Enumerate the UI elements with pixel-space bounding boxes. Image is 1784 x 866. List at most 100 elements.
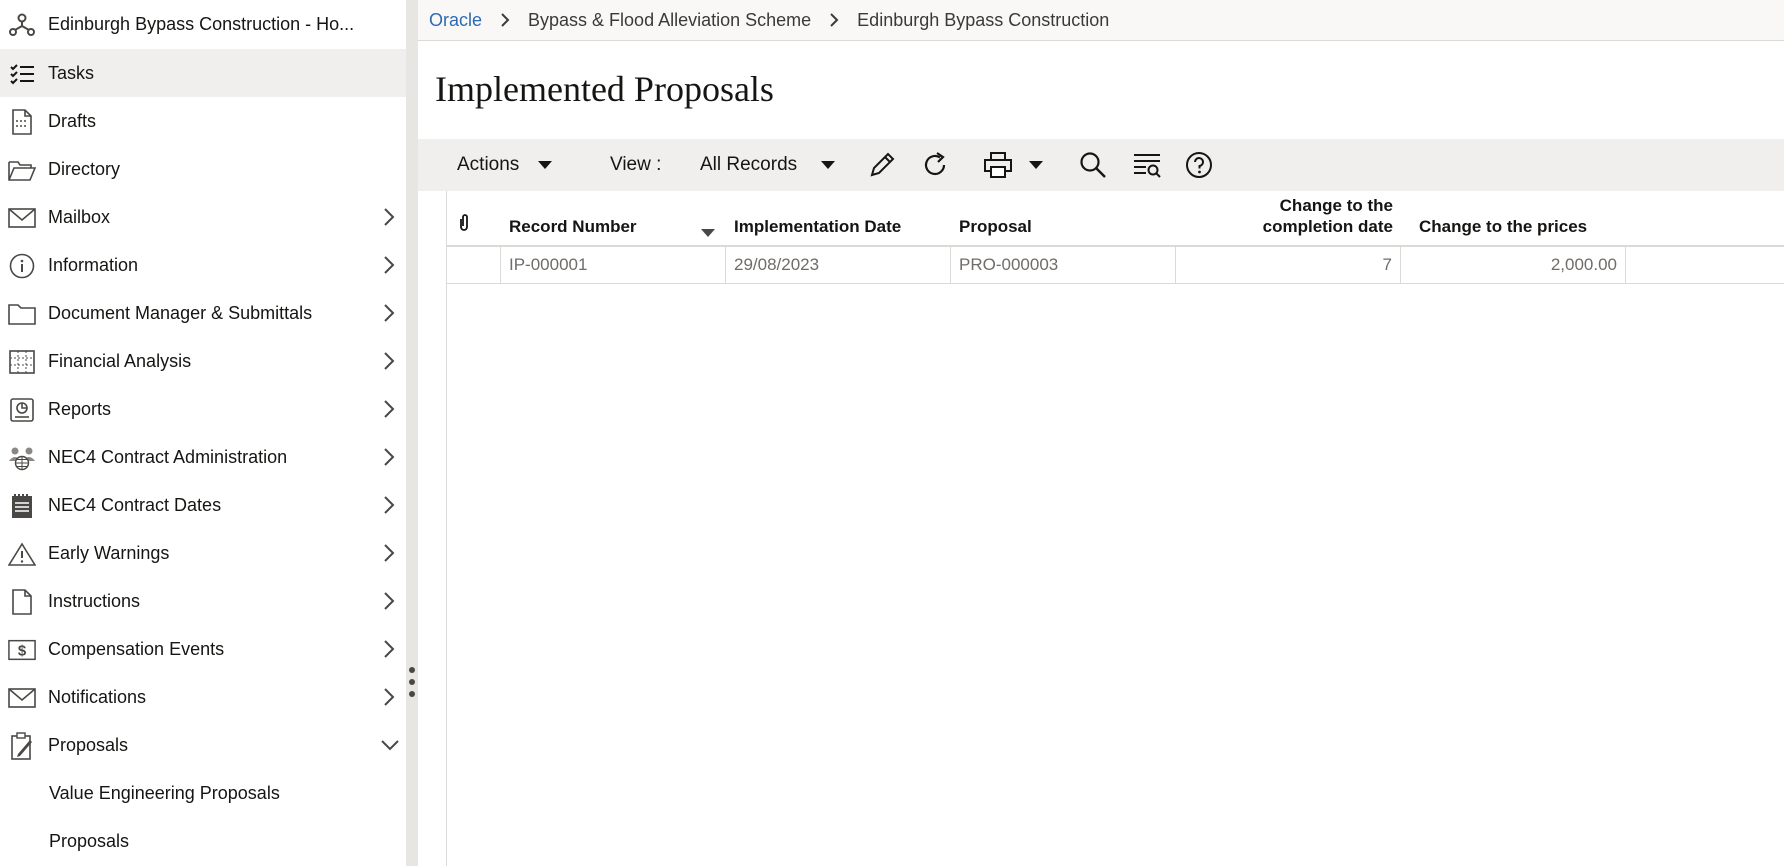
attachment-column-header[interactable] <box>447 191 501 245</box>
change-prices-cell[interactable]: 2,000.00 <box>1401 247 1626 283</box>
caret-down-icon <box>538 161 553 169</box>
sidebar-item-nec4-contract-dates[interactable]: NEC4 Contract Dates <box>0 481 406 529</box>
sidebar-item-label: Value Engineering Proposals <box>49 782 280 803</box>
search-button[interactable] <box>1079 139 1107 191</box>
chevron-right-icon[interactable] <box>380 543 398 563</box>
dollar-icon: $ <box>8 637 36 663</box>
sidebar-item-label: Instructions <box>48 590 141 611</box>
task-list-icon <box>8 61 36 87</box>
toolbar: Actions View : All Records <box>418 139 1784 191</box>
chevron-right-icon[interactable] <box>380 591 398 611</box>
help-icon <box>1186 152 1212 178</box>
record-number-cell[interactable]: IP-000001 <box>501 247 726 283</box>
attachment-cell <box>447 247 501 283</box>
sidebar-item-label: Information <box>48 254 139 275</box>
sidebar-item-compensation-events[interactable]: $ Compensation Events <box>0 625 406 673</box>
search-icon <box>1080 152 1106 178</box>
sidebar-item-label: Document Manager & Submittals <box>48 302 313 323</box>
sidebar-item-financial-analysis[interactable]: Financial Analysis <box>0 337 406 385</box>
sidebar-item-label: NEC4 Contract Dates <box>48 494 222 515</box>
filter-search-button[interactable] <box>1132 139 1162 191</box>
chevron-right-icon[interactable] <box>380 639 398 659</box>
implementation-date-cell[interactable]: 29/08/2023 <box>726 247 951 283</box>
chevron-right-icon[interactable] <box>380 303 398 323</box>
panel-splitter[interactable] <box>406 0 418 866</box>
sidebar-item-information[interactable]: Information <box>0 241 406 289</box>
sidebar-item-label: Compensation Events <box>48 638 225 659</box>
chevron-right-icon[interactable] <box>380 207 398 227</box>
records-grid: Record Number Implementation Date Propos… <box>446 191 1784 866</box>
sidebar-item-early-warnings[interactable]: Early Warnings <box>0 529 406 577</box>
edit-button[interactable] <box>868 139 896 191</box>
sidebar-item-instructions[interactable]: Instructions <box>0 577 406 625</box>
page-title: Implemented Proposals <box>435 69 774 109</box>
column-header-record-number[interactable]: Record Number <box>501 191 726 245</box>
actions-menu-button[interactable]: Actions <box>457 139 553 191</box>
breadcrumb-current-project[interactable]: Edinburgh Bypass Construction <box>857 10 1109 31</box>
change-completion-date-cell[interactable]: 7 <box>1176 247 1401 283</box>
view-select-value: All Records <box>700 154 798 175</box>
chevron-right-icon[interactable] <box>380 447 398 467</box>
chevron-right-icon[interactable] <box>380 687 398 707</box>
column-header-change-prices[interactable]: Change to the prices <box>1401 191 1626 245</box>
view-label: View : <box>610 154 662 175</box>
column-header-change-completion-date[interactable]: Change to the completion date <box>1176 191 1401 245</box>
chevron-right-icon[interactable] <box>380 351 398 371</box>
chevron-right-icon[interactable] <box>380 495 398 515</box>
sidebar-navigation: Edinburgh Bypass Construction - Ho... Ta… <box>0 0 406 866</box>
info-icon <box>8 253 36 279</box>
column-header-label: Record Number <box>509 217 637 236</box>
sidebar-subitem-value-engineering-proposals[interactable]: Value Engineering Proposals <box>0 769 406 817</box>
chevron-down-icon[interactable] <box>380 737 400 753</box>
column-header-label: Implementation Date <box>734 217 902 236</box>
help-button[interactable] <box>1185 139 1213 191</box>
sidebar-item-proposals[interactable]: Proposals <box>0 721 406 769</box>
grid-header: Record Number Implementation Date Propos… <box>447 191 1784 247</box>
sidebar-item-label: Proposals <box>49 830 130 851</box>
view-select[interactable]: All Records <box>700 139 836 191</box>
chevron-right-icon <box>830 13 839 27</box>
sidebar-item-nec4-contract-administration[interactable]: NEC4 Contract Administration <box>0 433 406 481</box>
sidebar-item-notifications[interactable]: Notifications <box>0 673 406 721</box>
project-title-item[interactable]: Edinburgh Bypass Construction - Ho... <box>0 0 406 48</box>
column-header-line-1: Change to the <box>1279 196 1393 215</box>
sidebar-item-label: Mailbox <box>48 206 111 227</box>
breadcrumb-link-oracle[interactable]: Oracle <box>429 10 482 31</box>
drag-handle-icon[interactable] <box>408 666 416 698</box>
chevron-right-icon <box>501 13 510 27</box>
project-title: Edinburgh Bypass Construction - Ho... <box>48 13 355 34</box>
sort-descending-icon[interactable] <box>700 228 716 238</box>
breadcrumb-link-program[interactable]: Bypass & Flood Alleviation Scheme <box>528 10 811 31</box>
pencil-icon <box>870 152 895 177</box>
column-header-implementation-date[interactable]: Implementation Date <box>726 191 951 245</box>
draft-document-icon <box>8 109 36 135</box>
chevron-right-icon[interactable] <box>380 399 398 419</box>
sidebar-item-drafts[interactable]: Drafts <box>0 97 406 145</box>
proposal-cell[interactable]: PRO-000003 <box>951 247 1176 283</box>
sidebar-item-mailbox[interactable]: Mailbox <box>0 193 406 241</box>
sidebar-item-label: Drafts <box>48 110 97 131</box>
sidebar-item-reports[interactable]: Reports <box>0 385 406 433</box>
caret-down-icon <box>1029 161 1043 169</box>
sidebar-item-document-manager[interactable]: Document Manager & Submittals <box>0 289 406 337</box>
sidebar-item-label: NEC4 Contract Administration <box>48 446 288 467</box>
sidebar-item-tasks[interactable]: Tasks <box>0 49 406 97</box>
column-header-line-2: completion date <box>1262 217 1393 236</box>
column-header-proposal[interactable]: Proposal <box>951 191 1176 245</box>
sidebar-item-directory[interactable]: Directory <box>0 145 406 193</box>
people-globe-icon <box>8 445 36 471</box>
refresh-icon <box>924 152 946 176</box>
refresh-button[interactable] <box>921 139 949 191</box>
chevron-right-icon[interactable] <box>380 255 398 275</box>
main-content: Oracle Bypass & Flood Alleviation Scheme… <box>418 0 1784 866</box>
folder-icon <box>8 301 36 327</box>
table-row[interactable]: IP-000001 29/08/2023 PRO-000003 7 2,000.… <box>447 247 1784 284</box>
sidebar-item-label: Early Warnings <box>48 542 170 563</box>
print-button[interactable] <box>983 139 1044 191</box>
report-icon <box>8 397 36 423</box>
sidebar-subitem-proposals[interactable]: Proposals <box>0 817 406 865</box>
project-hierarchy-icon <box>8 12 36 38</box>
warning-triangle-icon <box>8 541 36 567</box>
column-header-label: Proposal <box>959 217 1032 236</box>
print-icon <box>984 152 1012 178</box>
